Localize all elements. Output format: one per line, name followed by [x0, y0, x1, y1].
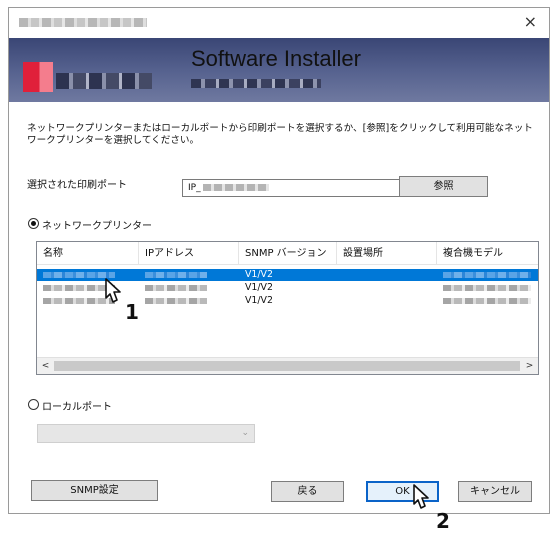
installer-window: × Software Installer ネットワークプリンターまたはローカルポ… — [8, 7, 550, 514]
header-banner: Software Installer — [9, 38, 549, 102]
local-port-radio[interactable] — [28, 399, 39, 410]
cell-ip — [139, 269, 207, 281]
banner-subtitle-redacted — [191, 79, 321, 88]
window-title-redacted — [19, 18, 147, 27]
chevron-down-icon: ⌄ — [241, 428, 249, 438]
port-label: 選択された印刷ポート — [27, 180, 127, 191]
title-bar: × — [9, 8, 549, 38]
cell-ip — [139, 295, 207, 307]
close-icon[interactable]: × — [524, 14, 537, 30]
cell-snmp: V1/V2 — [245, 282, 273, 293]
network-printer-label[interactable]: ネットワークプリンター — [42, 217, 152, 232]
column-header-model[interactable]: 複合機モデル — [437, 242, 538, 265]
cell-model — [437, 269, 531, 281]
instruction-text: ネットワークプリンターまたはローカルポートから印刷ポートを選択するか、[参照]を… — [27, 123, 533, 146]
column-header-ip[interactable]: IPアドレス — [139, 242, 239, 265]
table-header: 名称 IPアドレス SNMP バージョン 設置場所 複合機モデル — [37, 242, 538, 265]
scroll-thumb[interactable] — [54, 361, 520, 371]
browse-button[interactable]: 参照 — [399, 176, 488, 197]
cancel-button[interactable]: キャンセル — [458, 481, 532, 502]
local-port-label[interactable]: ローカルポート — [42, 398, 112, 413]
step-number-1: 1 — [125, 300, 139, 324]
brand-name-redacted — [56, 73, 152, 89]
cell-model — [437, 295, 531, 307]
step-number-2: 2 — [436, 509, 450, 533]
cell-snmp: V1/V2 — [245, 269, 273, 280]
scroll-left-icon[interactable]: < — [37, 359, 54, 374]
back-button[interactable]: 戻る — [271, 481, 344, 502]
banner-title: Software Installer — [191, 46, 361, 71]
port-field[interactable]: IP_ — [182, 179, 400, 197]
cell-ip — [139, 282, 207, 294]
column-header-snmp[interactable]: SNMP バージョン — [239, 242, 337, 265]
scroll-right-icon[interactable]: > — [521, 359, 538, 374]
port-value: IP_ — [188, 183, 201, 193]
snmp-settings-button[interactable]: SNMP設定 — [31, 480, 158, 501]
column-header-location[interactable]: 設置場所 — [337, 242, 437, 265]
cell-model — [437, 282, 531, 294]
cell-snmp: V1/V2 — [245, 295, 273, 306]
brand-logo — [23, 62, 53, 92]
local-port-dropdown[interactable]: ⌄ — [37, 424, 255, 443]
column-header-name[interactable]: 名称 — [37, 242, 139, 265]
port-value-redacted — [202, 184, 269, 191]
horizontal-scrollbar[interactable]: < > — [37, 357, 538, 374]
network-printer-radio[interactable] — [28, 218, 39, 229]
